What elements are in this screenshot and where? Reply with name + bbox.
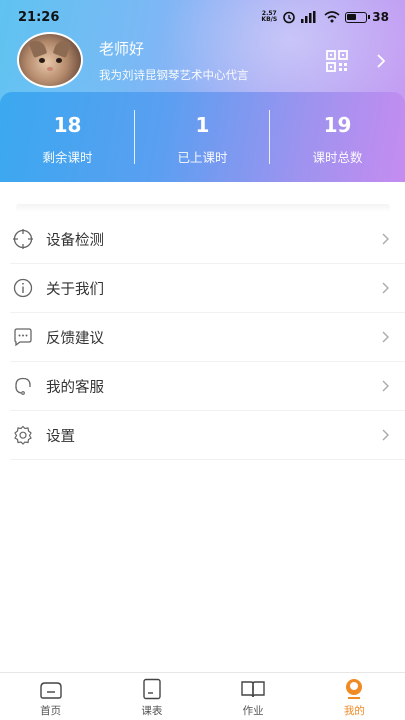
stat-value: 18 [53, 112, 82, 137]
tab-label: 首页 [40, 705, 62, 717]
course-stats: 18 剩余课时 1 已上课时 19 课时总数 [0, 92, 405, 182]
battery-level: 38 [372, 10, 389, 24]
tab-home[interactable]: 首页 [0, 673, 101, 720]
chevron-right-icon[interactable] [374, 52, 388, 70]
qr-code-icon[interactable] [326, 50, 348, 72]
chat-icon [14, 328, 32, 347]
stat-label: 剩余课时 [42, 149, 93, 165]
chevron-right-icon [382, 331, 389, 343]
status-time: 21:26 [18, 9, 60, 25]
menu-item-label: 设备检测 [46, 232, 104, 249]
menu-item-customer-service[interactable]: 我的客服 [10, 362, 405, 411]
menu-item-feedback[interactable]: 反馈建议 [10, 313, 405, 362]
wifi-icon [324, 11, 340, 23]
status-bar: 21:26 2.57 KB/S 38 [0, 0, 405, 34]
info-icon [13, 278, 33, 298]
gear-icon [14, 425, 32, 445]
stat-remaining: 18 剩余课时 [0, 92, 135, 182]
tab-schedule[interactable]: 课表 [101, 673, 202, 720]
menu-item-about-us[interactable]: 关于我们 [10, 264, 405, 313]
menu-item-label: 反馈建议 [46, 330, 104, 347]
menu-item-settings[interactable]: 设置 [10, 411, 405, 460]
stat-value: 19 [323, 112, 352, 137]
chevron-right-icon [382, 429, 389, 441]
book-icon [241, 681, 265, 698]
menu-item-label: 关于我们 [46, 281, 104, 298]
settings-menu: 设备检测 关于我们 反馈建议 我的客服 设置 [10, 215, 405, 460]
chevron-right-icon [382, 380, 389, 392]
stat-total: 19 课时总数 [270, 92, 405, 182]
tab-label: 作业 [242, 705, 264, 717]
signal-icon [301, 11, 316, 23]
headset-icon [15, 377, 31, 395]
target-icon [13, 229, 33, 249]
divider [16, 204, 390, 212]
teacher-name: 老师好 [99, 40, 145, 58]
stat-label: 已上课时 [177, 149, 228, 165]
profile-icon [346, 679, 363, 699]
menu-item-device-check[interactable]: 设备检测 [10, 215, 405, 264]
alarm-icon [283, 11, 296, 24]
avatar[interactable] [17, 32, 83, 88]
menu-item-label: 设置 [46, 428, 75, 445]
stat-label: 课时总数 [312, 149, 363, 165]
tab-homework[interactable]: 作业 [203, 673, 304, 720]
schedule-icon [143, 678, 161, 700]
bottom-tab-bar: 首页 课表 作业 我的 [0, 672, 405, 720]
teacher-subtitle: 我为刘诗昆钢琴艺术中心代言 [99, 68, 249, 82]
chevron-right-icon [382, 282, 389, 294]
tab-mine[interactable]: 我的 [304, 673, 405, 720]
battery-icon [345, 11, 371, 23]
chevron-right-icon [382, 233, 389, 245]
status-indicators: 2.57 KB/S 38 [261, 10, 389, 24]
home-icon [39, 682, 62, 699]
stat-attended: 1 已上课时 [135, 92, 270, 182]
tab-label: 课表 [141, 705, 163, 717]
menu-item-label: 我的客服 [46, 379, 104, 396]
tab-label: 我的 [343, 705, 365, 717]
net-speed: 2.57 KB/S [261, 10, 278, 23]
stat-value: 1 [195, 112, 210, 137]
